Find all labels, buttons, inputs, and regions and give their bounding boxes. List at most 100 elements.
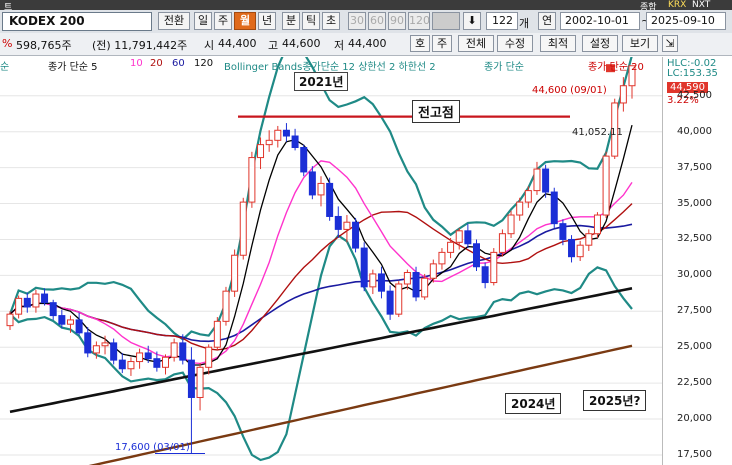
minute-120-button[interactable]: 120 — [408, 12, 430, 30]
candle-body — [282, 129, 290, 137]
candle-body — [550, 191, 558, 225]
settings-button[interactable]: 설정 — [582, 35, 618, 52]
period-month-tab[interactable]: 월 — [234, 12, 256, 30]
minute-90-button[interactable]: 90 — [388, 12, 406, 30]
candle-body — [58, 315, 66, 325]
candle-body — [23, 297, 31, 308]
candle-body — [110, 342, 118, 361]
legend-right: 종가 단순 20 — [588, 62, 644, 73]
bar-count-input[interactable]: 122 — [486, 12, 518, 30]
candle-body — [412, 271, 420, 298]
y-tick-label: 37,500 — [677, 161, 712, 173]
candle-body — [395, 283, 403, 315]
legend-vol-ma: 종가 단순 5 — [48, 62, 98, 73]
candle-body — [377, 273, 385, 292]
candle-body — [317, 182, 325, 196]
market-label-krx: KRX — [668, 0, 687, 10]
candle-body — [326, 182, 334, 217]
high-label: 고 — [268, 39, 279, 52]
candle-body — [542, 168, 550, 193]
price-chart[interactable] — [0, 57, 662, 465]
candle-body — [369, 273, 377, 288]
candle-body — [49, 302, 57, 317]
candle-body — [15, 297, 23, 315]
y-tick-label: 42,500 — [677, 89, 712, 101]
candle-body — [464, 230, 472, 245]
reference-line-label: 41,052.11 — [572, 127, 623, 138]
period-week-tab[interactable]: 주 — [214, 12, 232, 30]
legend-ma20: 20 — [150, 58, 163, 69]
candle-body — [213, 320, 221, 348]
candle-body — [386, 290, 394, 315]
switch-button[interactable]: 전환 — [158, 12, 190, 30]
candle-body — [222, 290, 230, 322]
candle-body — [352, 221, 360, 249]
candle-body — [619, 85, 627, 104]
edit-button[interactable]: 수정 — [497, 35, 533, 52]
candle-body — [524, 190, 532, 203]
link-button[interactable]: 연 — [538, 12, 556, 30]
candle-body — [162, 356, 169, 368]
down-arrow-icon[interactable]: ⬇ — [463, 12, 481, 30]
all-button[interactable]: 전체 — [458, 35, 494, 52]
pct-indicator: % — [2, 37, 13, 50]
legend-bollinger: Bollinger Bands종가단순 12 상한선 2 하한선 2 — [224, 62, 436, 73]
candle-body — [118, 359, 126, 370]
candle-body — [257, 144, 265, 159]
y-tick-label: 20,000 — [677, 413, 712, 425]
period-tick-tab[interactable]: 틱 — [302, 12, 320, 30]
candle-body — [239, 201, 247, 256]
candle-body — [265, 139, 273, 146]
price-axis: HLC:-0.02 LC:153.35 44,590 3.22% 42,500 4… — [662, 57, 732, 465]
indicator-legend: 순 종가 단순 5 10 20 60 120 Bollinger Bands종가… — [0, 57, 660, 73]
start-date-input[interactable]: 2002-10-01 — [560, 12, 640, 30]
period-year-tab[interactable]: 년 — [258, 12, 276, 30]
candle-body — [179, 342, 187, 361]
candle-body — [490, 251, 498, 284]
candle-body — [447, 241, 455, 253]
open-label: 시 — [204, 39, 215, 52]
previous-high-label: 전고점 — [412, 100, 460, 123]
candle-body — [585, 233, 593, 246]
minute-30-button[interactable]: 30 — [348, 12, 366, 30]
candle-body — [75, 319, 83, 334]
candle-body — [516, 201, 524, 216]
end-date-input[interactable]: 2025-09-10 — [646, 12, 726, 30]
candle-body — [308, 171, 316, 196]
high-marker-label: 44,600 (09/01) — [532, 85, 607, 96]
candle-body — [300, 147, 308, 173]
bollinger-lower-line — [9, 234, 633, 462]
y-tick-label: 30,000 — [677, 269, 712, 281]
y-tick-label: 27,500 — [677, 305, 712, 317]
y-tick-label: 35,000 — [677, 197, 712, 209]
collapse-icon[interactable]: ⇲ — [662, 35, 678, 52]
quote-button[interactable]: 호 — [410, 35, 430, 52]
candle-body — [231, 254, 239, 292]
custom-interval-field[interactable] — [432, 12, 460, 30]
candle-body — [438, 251, 446, 265]
candle-body — [248, 157, 256, 203]
minute-60-button[interactable]: 60 — [368, 12, 386, 30]
candle-body — [602, 155, 610, 216]
candle-body — [559, 223, 567, 240]
candle-body — [274, 129, 282, 141]
candle-body — [473, 243, 480, 268]
year-2025-label: 2025년? — [583, 390, 647, 411]
candle-body — [481, 266, 489, 284]
lc-readout: LC:153.35 — [667, 68, 718, 79]
candle-body — [144, 352, 152, 360]
candle-body — [6, 313, 14, 327]
period-minute-tab[interactable]: 분 — [282, 12, 300, 30]
legend-prefix: 순 — [0, 62, 10, 73]
ticker-search-input[interactable]: KODEX 200 — [2, 12, 152, 31]
low-marker-label: 17,600 (03/01) — [115, 442, 190, 453]
candle-body — [41, 293, 49, 304]
view-button[interactable]: 보기 — [622, 35, 658, 52]
y-tick-label: 32,500 — [677, 233, 712, 245]
y-tick-label: 17,500 — [677, 448, 712, 460]
period-day-tab[interactable]: 일 — [194, 12, 212, 30]
stock-button[interactable]: 주 — [432, 35, 452, 52]
chart-grid — [0, 95, 662, 456]
optimize-button[interactable]: 최적 — [540, 35, 576, 52]
period-second-tab[interactable]: 초 — [322, 12, 340, 30]
